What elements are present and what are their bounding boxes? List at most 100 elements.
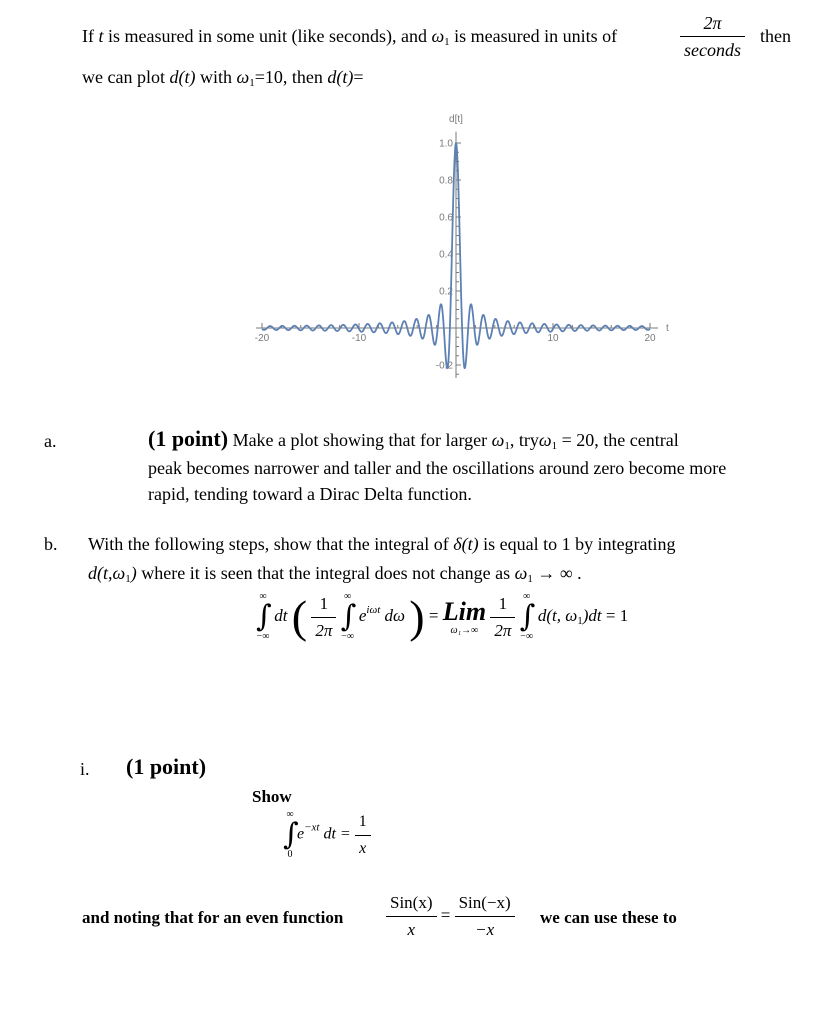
d-omega: dω xyxy=(384,605,406,625)
lim-subscript: ω₁→∞ xyxy=(450,625,479,636)
closing-text-2: we can use these to xyxy=(540,908,677,927)
y-axis-label: d[t] xyxy=(449,114,463,125)
omega1-symbol: ω xyxy=(538,430,552,450)
points-label: (1 point) xyxy=(148,426,229,451)
part-b-line-2: d(t,ω1) where it is seen that the integr… xyxy=(88,562,582,590)
fraction-numerator: 1 xyxy=(354,811,371,836)
exp-superscript: iωt xyxy=(366,603,381,616)
omega1-symbol: ω xyxy=(236,67,250,87)
equals-sign: = xyxy=(428,605,439,625)
fraction-1-over-2pi: 1 2π xyxy=(490,593,516,642)
limit-operator: Lim ω₁→∞ xyxy=(443,598,486,636)
d-of-t: d(t) xyxy=(169,67,196,87)
intro-line-1: If t is measured in some unit (like seco… xyxy=(82,25,617,53)
part-a-text: , try xyxy=(509,430,539,450)
integral-lower-limit: −∞ xyxy=(256,631,270,642)
x-tick-label: 20 xyxy=(644,333,656,344)
integral-symbol: ∫ xyxy=(519,599,536,634)
part-a-text: , the central xyxy=(594,430,679,450)
show-label: Show xyxy=(252,787,292,806)
dt: dt xyxy=(274,605,288,625)
part-a-text: Make a plot showing that for larger xyxy=(228,430,492,450)
intro-text: = xyxy=(353,67,364,87)
y-tick-label: 0.6 xyxy=(439,213,453,224)
plot-tick-labels: -20 -10 10 20-0.20.20.40.60.81.0 xyxy=(255,139,656,372)
intro-then: then xyxy=(760,26,791,46)
equation-result: = 1 xyxy=(605,605,629,625)
integral-sign: ∞ ∫ −∞ xyxy=(340,592,357,642)
x-axis-label: t xyxy=(666,323,669,334)
part-a-label: a. xyxy=(44,431,57,451)
exp-superscript: −xt xyxy=(304,821,320,834)
integral-lower-limit: −∞ xyxy=(520,631,533,642)
part-b-text: With the following steps, show that the … xyxy=(88,534,454,554)
dt-equals: dt = xyxy=(319,825,351,843)
intro-text: is measured in some unit (like seconds),… xyxy=(103,26,432,46)
integral-symbol: ∫ xyxy=(340,599,357,634)
d-t-omega: d(t,ω xyxy=(88,563,126,583)
integral-sign: ∞ ∫ −∞ xyxy=(519,592,536,642)
fraction-denominator: x xyxy=(359,839,367,857)
lim-word: Lim xyxy=(442,597,487,626)
omega-value: =10 xyxy=(254,67,283,87)
fraction-numerator: 1 xyxy=(490,593,516,618)
integral-sign: ∞ ∫ 0 xyxy=(283,810,299,860)
d-of-t: d(t) xyxy=(327,67,354,87)
fraction-denominator: x xyxy=(407,920,416,939)
integrand: )dt xyxy=(582,605,602,625)
closing-text-1: and noting that for an even function xyxy=(82,908,344,927)
part-a-line-1: (1 point) Make a plot showing that for l… xyxy=(148,428,679,457)
integral-lower-limit: −∞ xyxy=(341,631,354,642)
integral-sign: ∞ ∫ −∞ xyxy=(256,592,272,642)
x-tick-label: -20 xyxy=(255,333,270,344)
omega1-symbol: ω xyxy=(514,563,528,583)
part-a-line-2: peak becomes narrower and taller and the… xyxy=(148,458,727,478)
intro-line-2: we can plot d(t) with ω1=10, then d(t)= xyxy=(82,66,364,94)
x-tick-label: -10 xyxy=(352,333,367,344)
integral-symbol: ∫ xyxy=(256,599,272,634)
integrand: d(t, ω xyxy=(537,605,578,625)
delta-function: δ(t) xyxy=(453,534,479,554)
omega1-symbol: ω xyxy=(431,26,445,46)
even-function-equation: Sin(x) x = Sin(−x) −x xyxy=(386,892,515,941)
fraction-numerator: Sin(−x) xyxy=(454,892,515,917)
fraction-denominator: 2π xyxy=(315,620,333,640)
unit-fraction: 2π seconds xyxy=(680,12,745,61)
limit-equation: ∞ ∫ −∞ dt ( 1 2π ∞ ∫ −∞ eiωt dω ) = Lim … xyxy=(256,592,628,642)
fraction-numerator: 2π xyxy=(680,12,745,37)
exp-integral-equation: ∞ ∫ 0 e−xt dt = 1 x xyxy=(283,810,371,860)
fraction-1-over-2pi: 1 2π xyxy=(311,593,337,642)
intro-text: we can plot xyxy=(82,67,170,87)
part-b-text: is equal to 1 by integrating xyxy=(478,534,676,554)
intro-text: is measured in units of xyxy=(449,26,618,46)
fraction-denominator: seconds xyxy=(684,40,741,60)
intro-text: with xyxy=(195,67,237,87)
integral-symbol: ∫ xyxy=(283,817,299,852)
y-tick-label: 0.8 xyxy=(439,176,453,187)
fraction-numerator: 1 xyxy=(311,593,337,618)
part-b-line-1: With the following steps, show that the … xyxy=(88,533,676,555)
part-i-label: i. xyxy=(80,759,90,779)
equals-sign: = xyxy=(440,905,451,925)
right-paren: ) xyxy=(409,591,425,642)
left-paren: ( xyxy=(291,591,308,642)
fraction-sin-x-over-x: Sin(x) x xyxy=(386,892,437,941)
x-tick-label: 10 xyxy=(547,333,559,344)
part-i-points: (1 point) xyxy=(126,754,207,779)
part-b-label: b. xyxy=(44,534,58,554)
fraction-sin-negx-over-negx: Sin(−x) −x xyxy=(454,892,515,941)
part-b-text: where it is seen that the integral does … xyxy=(136,563,515,583)
intro-text: , then xyxy=(282,67,328,87)
fraction-denominator: −x xyxy=(475,920,495,939)
y-tick-label: -0.2 xyxy=(436,361,454,372)
fraction-numerator: Sin(x) xyxy=(386,892,437,917)
part-a-line-3: rapid, tending toward a Dirac Delta func… xyxy=(148,484,472,504)
fraction-1-over-x: 1 x xyxy=(354,811,371,860)
y-tick-label: 1.0 xyxy=(439,139,453,150)
fraction-denominator: 2π xyxy=(494,620,512,640)
omega-value: = 20 xyxy=(557,430,595,450)
sinc-plot: -20 -10 10 20-0.20.20.40.60.81.0 d[t] t xyxy=(255,114,669,378)
fraction-2pi-over-seconds: 2π seconds xyxy=(680,12,745,61)
intro-text: If xyxy=(82,26,99,46)
arrow-infinity: → ∞ . xyxy=(532,563,582,583)
